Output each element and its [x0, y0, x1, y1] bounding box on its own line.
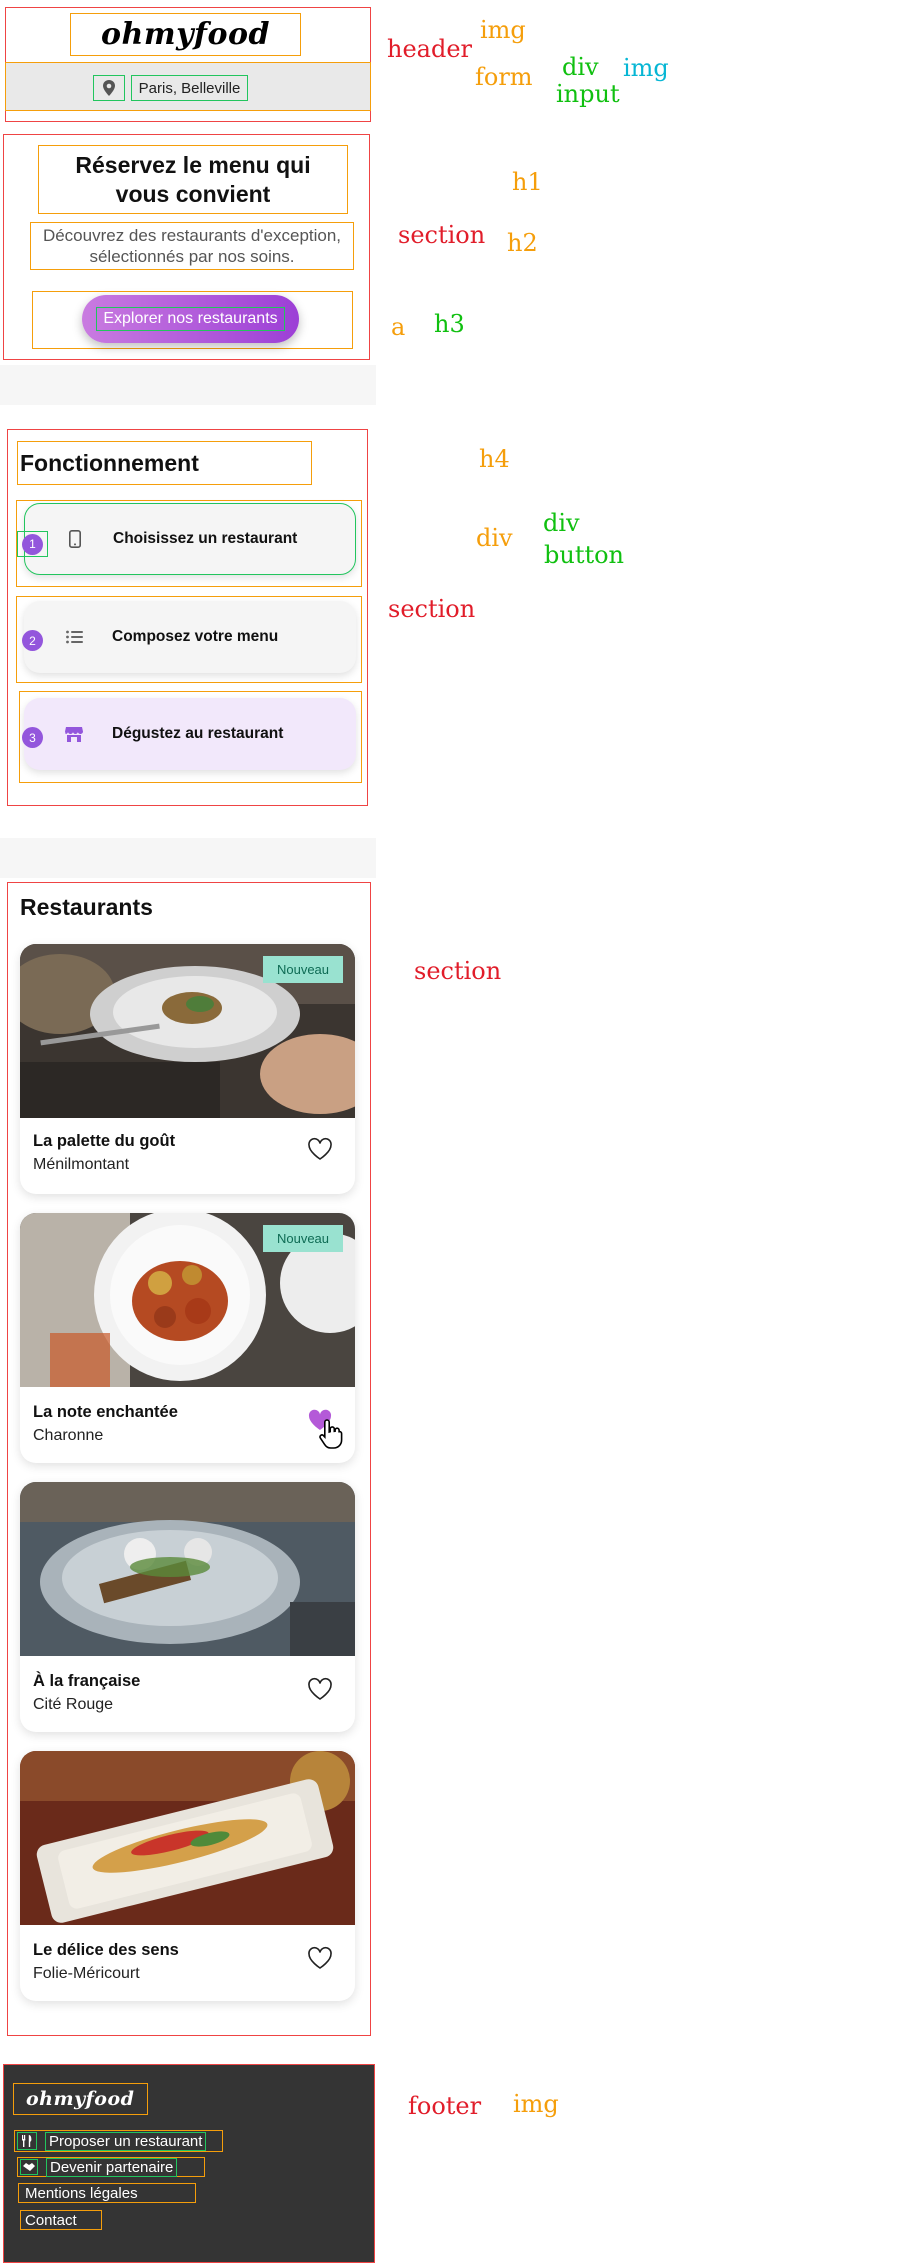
restaurant-card[interactable]: Nouveau La note enchantée Charonne: [20, 1213, 355, 1463]
step-number: 1: [22, 533, 43, 555]
hand-cursor-icon: [319, 1419, 343, 1449]
annotation-section: section: [398, 221, 486, 249]
annotation-h3: h3: [434, 310, 465, 338]
footer-logo-text: ohmyfood: [26, 2088, 135, 2110]
annotation-div: div: [476, 524, 513, 552]
step-number: 2: [22, 630, 43, 651]
footer-link-legal[interactable]: Mentions légales: [18, 2183, 196, 2203]
list-icon: [64, 627, 84, 647]
annotation-img: img: [513, 2090, 559, 2118]
step-label: Choisissez un restaurant: [113, 530, 298, 547]
explore-restaurants-button[interactable]: Explorer nos restaurants: [82, 295, 299, 343]
step-button-compose[interactable]: Composez votre menu: [24, 601, 356, 673]
location-input[interactable]: Paris, Belleville: [131, 75, 248, 101]
map-pin-icon: [93, 75, 125, 101]
annotation-header: header: [387, 35, 473, 63]
step-number-wrapper: 1: [17, 531, 48, 557]
restaurant-location: Cité Rouge: [33, 1696, 114, 1713]
restaurants-title: Restaurants: [20, 894, 153, 920]
section-gap: [0, 365, 376, 405]
step-label: Composez votre menu: [112, 628, 279, 645]
footer-link-contact[interactable]: Contact: [20, 2210, 102, 2230]
restaurant-name: La note enchantée: [33, 1403, 178, 1421]
annotation-h1: h1: [512, 168, 543, 196]
annotation-h4: h4: [479, 445, 510, 473]
annotation-div: div: [562, 53, 599, 81]
step-button-enjoy[interactable]: Dégustez au restaurant: [24, 698, 356, 770]
mobile-phone-icon: [65, 529, 85, 549]
logo-text: ohmyfood: [101, 17, 270, 52]
new-badge: Nouveau: [263, 1225, 343, 1252]
heart-icon[interactable]: [307, 1677, 333, 1701]
restaurant-card[interactable]: Le délice des sens Folie-Méricourt: [20, 1751, 355, 2001]
step-number: 3: [22, 727, 43, 748]
footer-link-partner[interactable]: Devenir partenaire: [20, 2157, 178, 2177]
restaurant-name: La palette du goût: [33, 1132, 176, 1150]
section-gap: [0, 838, 376, 878]
restaurant-location: Charonne: [33, 1427, 104, 1444]
footer-link-propose[interactable]: Proposer un restaurant: [17, 2130, 207, 2152]
handshake-icon: [20, 2159, 38, 2175]
annotation-h2: h2: [507, 229, 538, 257]
footer-logo[interactable]: ohmyfood: [13, 2083, 148, 2115]
restaurant-name: Le délice des sens: [33, 1941, 179, 1959]
logo[interactable]: ohmyfood: [70, 13, 301, 56]
how-it-works-title: Fonctionnement: [17, 441, 312, 485]
store-icon: [64, 724, 84, 744]
footer-link-label: Devenir partenaire: [46, 2157, 178, 2177]
heart-icon[interactable]: [307, 1137, 333, 1161]
heart-icon[interactable]: [307, 1946, 333, 1970]
restaurant-card[interactable]: Nouveau La palette du goût Ménilmontant: [20, 944, 355, 1194]
annotation-button: button: [544, 541, 625, 569]
annotation-section: section: [388, 595, 476, 623]
restaurant-card[interactable]: À la française Cité Rouge: [20, 1482, 355, 1732]
annotation-input: input: [556, 80, 620, 108]
annotation-img-cyan: img: [623, 54, 669, 82]
annotation-footer: footer: [408, 2092, 482, 2120]
restaurant-photo: [20, 1482, 355, 1656]
restaurant-location: Folie-Méricourt: [33, 1965, 140, 1982]
cta-label: Explorer nos restaurants: [96, 307, 285, 331]
annotation-section: section: [414, 957, 502, 985]
annotation-a: a: [391, 313, 406, 341]
restaurant-name: À la française: [33, 1672, 141, 1690]
hero-title: Réservez le menu qui vous convient: [38, 145, 348, 214]
step-button-choose[interactable]: Choisissez un restaurant: [24, 503, 356, 575]
hero-subtitle: Découvrez des restaurants d'exception, s…: [30, 222, 354, 270]
footer-link-label: Proposer un restaurant: [45, 2131, 207, 2151]
restaurant-photo: [20, 1751, 355, 1925]
annotation-form: form: [475, 63, 533, 91]
step-label: Dégustez au restaurant: [112, 725, 284, 742]
utensils-icon: [17, 2132, 37, 2150]
annotation-img: img: [480, 16, 526, 44]
annotation-div: div: [543, 509, 580, 537]
restaurant-location: Ménilmontant: [33, 1156, 130, 1173]
new-badge: Nouveau: [263, 956, 343, 983]
